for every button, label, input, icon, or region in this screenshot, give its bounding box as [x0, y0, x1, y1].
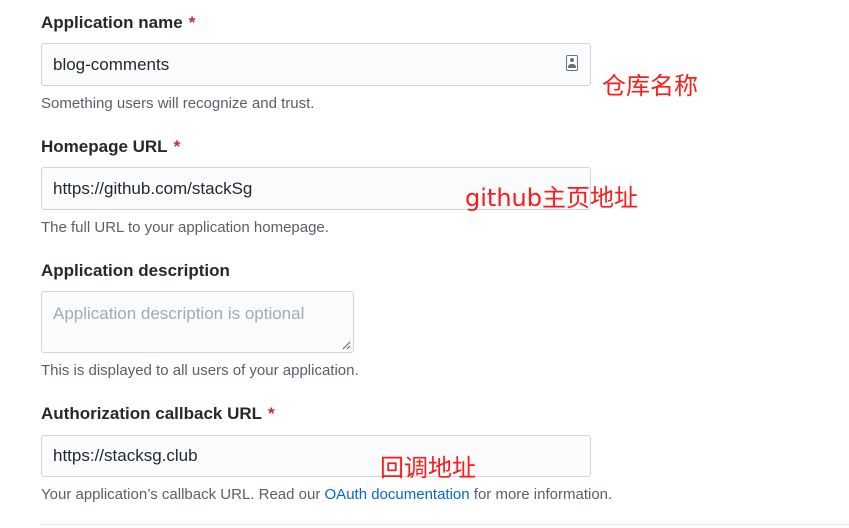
homepage-url-input-value: https://github.com/stackSg: [53, 178, 253, 198]
oauth-documentation-link[interactable]: OAuth documentation: [325, 486, 470, 503]
required-asterisk: *: [173, 137, 181, 156]
homepage-url-label: Homepage URL *: [41, 137, 180, 157]
callback-note-before: Your application’s callback URL. Read ou…: [41, 486, 321, 503]
app-description-note: This is displayed to all users of your a…: [41, 362, 359, 379]
callback-url-input[interactable]: https://stacksg.club: [41, 435, 591, 477]
annotation-homepage: github主页地址: [465, 184, 638, 212]
homepage-url-note: The full URL to your application homepag…: [41, 219, 329, 236]
annotation-app-name: 仓库名称: [602, 72, 698, 100]
resize-grip-icon[interactable]: [342, 341, 351, 350]
app-name-input-value: blog-comments: [53, 54, 170, 74]
required-asterisk: *: [268, 404, 275, 423]
contact-card-icon[interactable]: [566, 55, 578, 71]
callback-url-note: Your application’s callback URL. Read ou…: [41, 486, 612, 503]
callback-url-label: Authorization callback URL *: [41, 404, 275, 424]
app-name-label: Application name *: [41, 13, 195, 33]
app-description-placeholder: Application description is optional: [53, 304, 305, 323]
app-name-label-text: Application name: [41, 13, 183, 32]
required-asterisk: *: [188, 13, 196, 32]
app-name-input[interactable]: blog-comments: [41, 43, 591, 86]
app-description-label: Application description: [41, 261, 230, 281]
app-description-label-text: Application description: [41, 261, 230, 280]
callback-note-after: for more information.: [473, 486, 613, 503]
homepage-url-label-text: Homepage URL: [41, 137, 168, 156]
app-name-note: Something users will recognize and trust…: [41, 95, 315, 112]
callback-url-input-value: https://stacksg.club: [53, 446, 198, 465]
app-description-textarea[interactable]: Application description is optional: [41, 291, 354, 353]
bottom-divider: [41, 524, 849, 525]
callback-url-label-text: Authorization callback URL: [41, 404, 263, 423]
annotation-callback: 回调地址: [380, 454, 476, 482]
